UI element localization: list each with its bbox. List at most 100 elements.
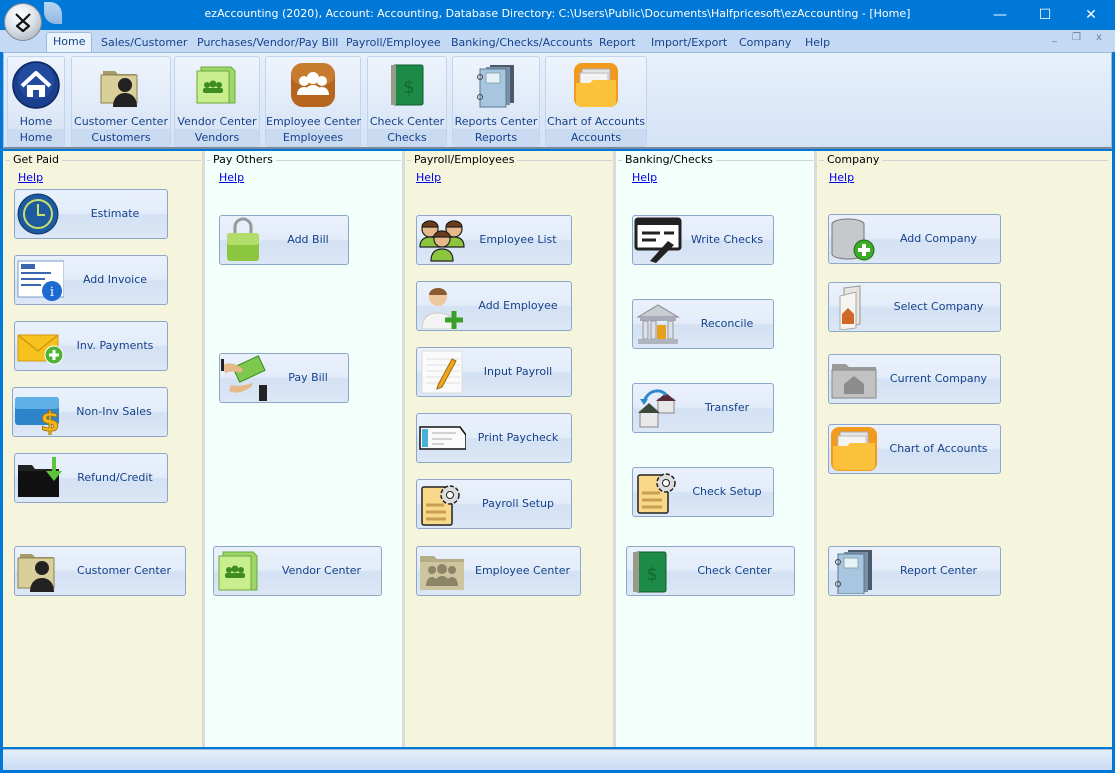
svg-text:$: $ (40, 405, 59, 435)
document-gear-icon (421, 485, 460, 526)
ribbon-employee-center-button[interactable]: Employee Center (266, 57, 361, 130)
customer-folder-icon (100, 71, 138, 107)
section-title: Banking/Checks (622, 153, 716, 166)
refund-credit-label: Refund/Credit (77, 471, 153, 484)
ribbon-customer-center-button[interactable]: Customer Center (72, 57, 170, 130)
ribbon-chart-of-accounts-button[interactable]: Chart of Accounts (546, 57, 646, 130)
ribbon-customer-center-label: Customer Center (74, 115, 168, 128)
write-checks-button[interactable]: Write Checks (632, 215, 774, 265)
reconcile-button[interactable]: Reconcile (632, 299, 774, 349)
tab-help[interactable]: Help (805, 33, 830, 52)
minimize-icon: — (993, 7, 1007, 23)
add-invoice-label: Add Invoice (82, 273, 148, 286)
banking-help-link[interactable]: Help (632, 171, 657, 184)
section-pay-others: Pay Others Help Add Bill Pay Bill Vendor… (205, 151, 405, 747)
ribbon-tab-bar: Home Sales/Customer Purchases/Vendor/Pay… (0, 30, 1115, 53)
mdi-close-button[interactable]: x (1096, 32, 1102, 43)
inv-payments-label: Inv. Payments (76, 339, 154, 352)
svg-text:$: $ (646, 564, 657, 585)
ribbon-check-center-button[interactable]: $ Check Center (368, 57, 446, 130)
clock-icon (17, 193, 59, 235)
ribbon-group-label: Checks (368, 129, 446, 146)
app-menu-button[interactable] (4, 3, 42, 41)
ribbon-group-employees: Employee Center Employees (265, 56, 361, 147)
add-employee-button[interactable]: Add Employee (416, 281, 572, 331)
envelope-add-icon (17, 334, 64, 365)
ribbon-group-checks: $ Check Center Checks (367, 56, 447, 147)
add-bill-button[interactable]: Add Bill (219, 215, 349, 265)
minimize-button[interactable]: — (977, 0, 1023, 30)
transfer-icon (638, 389, 676, 428)
customer-center-button[interactable]: Customer Center (14, 546, 186, 596)
employee-center-button[interactable]: Employee Center (416, 546, 581, 596)
status-bar (3, 749, 1112, 770)
employee-center-label: Employee Center (475, 564, 570, 577)
section-get-paid: Get Paid Help Estimate i Add Invoice Inv… (3, 151, 205, 747)
ribbon-group-home: Home Home (7, 56, 65, 147)
print-paycheck-button[interactable]: Print Paycheck (416, 413, 572, 463)
tab-sales-customer[interactable]: Sales/Customer (101, 33, 187, 52)
accounts-folder-icon (574, 63, 618, 107)
report-center-button[interactable]: Report Center (828, 546, 1001, 596)
ribbon-reports-center-button[interactable]: Reports Center (453, 57, 539, 130)
folder-download-icon (18, 457, 62, 497)
add-company-button[interactable]: Add Company (828, 214, 1001, 264)
select-company-button[interactable]: Select Company (828, 282, 1001, 332)
refund-credit-button[interactable]: Refund/Credit (14, 453, 168, 503)
maximize-button[interactable]: ☐ (1022, 0, 1068, 30)
employees-icon (291, 63, 335, 107)
check-setup-button[interactable]: Check Setup (632, 467, 774, 517)
section-title: Pay Others (210, 153, 276, 166)
ribbon-group-accounts: Chart of Accounts Accounts (545, 56, 647, 147)
ribbon-home-button[interactable]: Home (8, 57, 64, 130)
tab-company[interactable]: Company (739, 33, 791, 52)
ribbon-chart-of-accounts-label: Chart of Accounts (547, 115, 645, 128)
document-gear-icon (637, 473, 676, 514)
add-invoice-button[interactable]: i Add Invoice (14, 255, 168, 305)
shopping-bag-icon (227, 217, 259, 261)
invoice-info-icon: i (17, 260, 64, 301)
current-company-button[interactable]: Current Company (828, 354, 1001, 404)
ribbon-group-reports: Reports Center Reports (452, 56, 540, 147)
report-center-label: Report Center (900, 564, 977, 577)
vendor-center-button[interactable]: Vendor Center (213, 546, 382, 596)
print-paycheck-label: Print Paycheck (477, 431, 559, 444)
app-window: ezAccounting (2020), Account: Accounting… (0, 0, 1115, 773)
pay-bill-label: Pay Bill (288, 371, 328, 384)
pay-bill-button[interactable]: Pay Bill (219, 353, 349, 403)
ribbon-vendor-center-button[interactable]: Vendor Center (175, 57, 259, 130)
mdi-minimize-button[interactable]: _ (1052, 32, 1057, 43)
check-center-button[interactable]: $ Check Center (626, 546, 795, 596)
tab-purchases-vendor[interactable]: Purchases/Vendor/Pay Bill (197, 33, 338, 52)
home-icon (12, 61, 60, 109)
get-paid-help-link[interactable]: Help (18, 171, 43, 184)
write-checks-label: Write Checks (690, 233, 764, 246)
non-inv-sales-button[interactable]: $ Non-Inv Sales (12, 387, 168, 437)
pay-others-help-link[interactable]: Help (219, 171, 244, 184)
vendor-book-icon (218, 551, 258, 591)
employee-list-button[interactable]: Employee List (416, 215, 572, 265)
open-folder-icon (839, 285, 861, 330)
ribbon-vendor-center-label: Vendor Center (177, 115, 257, 128)
payroll-help-link[interactable]: Help (416, 171, 441, 184)
add-employee-label: Add Employee (478, 299, 558, 312)
ribbon-reports-center-label: Reports Center (454, 115, 538, 128)
transfer-button[interactable]: Transfer (632, 383, 774, 433)
chart-of-accounts-button[interactable]: Chart of Accounts (828, 424, 1001, 474)
window-title: ezAccounting (2020), Account: Accounting… (204, 7, 911, 20)
input-payroll-button[interactable]: Input Payroll (416, 347, 572, 397)
estimate-button[interactable]: Estimate (14, 189, 168, 239)
tab-payroll-employee[interactable]: Payroll/Employee (346, 33, 441, 52)
tab-import-export[interactable]: Import/Export (651, 33, 727, 52)
tab-home[interactable]: Home (46, 32, 93, 53)
company-help-link[interactable]: Help (829, 171, 854, 184)
inv-payments-button[interactable]: Inv. Payments (14, 321, 168, 371)
payroll-setup-button[interactable]: Payroll Setup (416, 479, 572, 529)
home-folder-icon (831, 364, 877, 399)
ribbon-group-vendors: Vendor Center Vendors (174, 56, 260, 147)
close-button[interactable]: ✕ (1068, 0, 1114, 30)
employee-list-label: Employee List (479, 233, 557, 246)
tab-banking-checks[interactable]: Banking/Checks/Accounts (451, 33, 593, 52)
mdi-restore-button[interactable]: ❐ (1072, 32, 1081, 43)
tab-report[interactable]: Report (599, 33, 635, 52)
